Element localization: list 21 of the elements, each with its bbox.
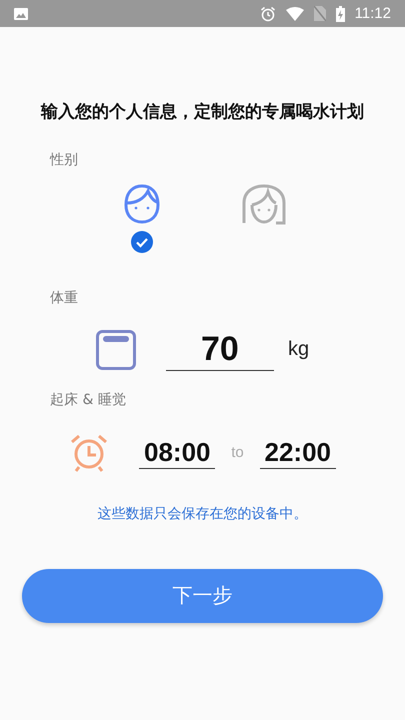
weight-unit: kg	[288, 338, 310, 362]
scale-icon	[96, 330, 136, 370]
sleep-time-field[interactable]: 22:00	[260, 436, 336, 469]
page-title: 输入您的个人信息，定制您的专属喝水计划	[40, 101, 365, 124]
gender-label: 性别	[50, 151, 79, 169]
status-time: 11:12	[354, 5, 391, 22]
girl-face-icon	[240, 183, 288, 225]
to-label: to	[231, 444, 244, 462]
alarm-clock-icon	[69, 432, 110, 473]
boy-face-icon	[122, 183, 162, 225]
schedule-label: 起床 & 睡觉	[50, 390, 127, 409]
no-sim-icon	[314, 6, 326, 21]
battery-charging-icon	[336, 6, 345, 22]
wake-time-field[interactable]: 08:00	[139, 436, 216, 469]
privacy-note: 这些数据只会保存在您的设备中。	[96, 504, 308, 523]
image-icon	[14, 8, 28, 20]
weight-label: 体重	[50, 289, 79, 307]
weight-field[interactable]: 70	[166, 329, 274, 371]
check-icon	[130, 231, 152, 253]
alarm-icon	[260, 6, 276, 22]
wifi-icon	[286, 6, 304, 20]
